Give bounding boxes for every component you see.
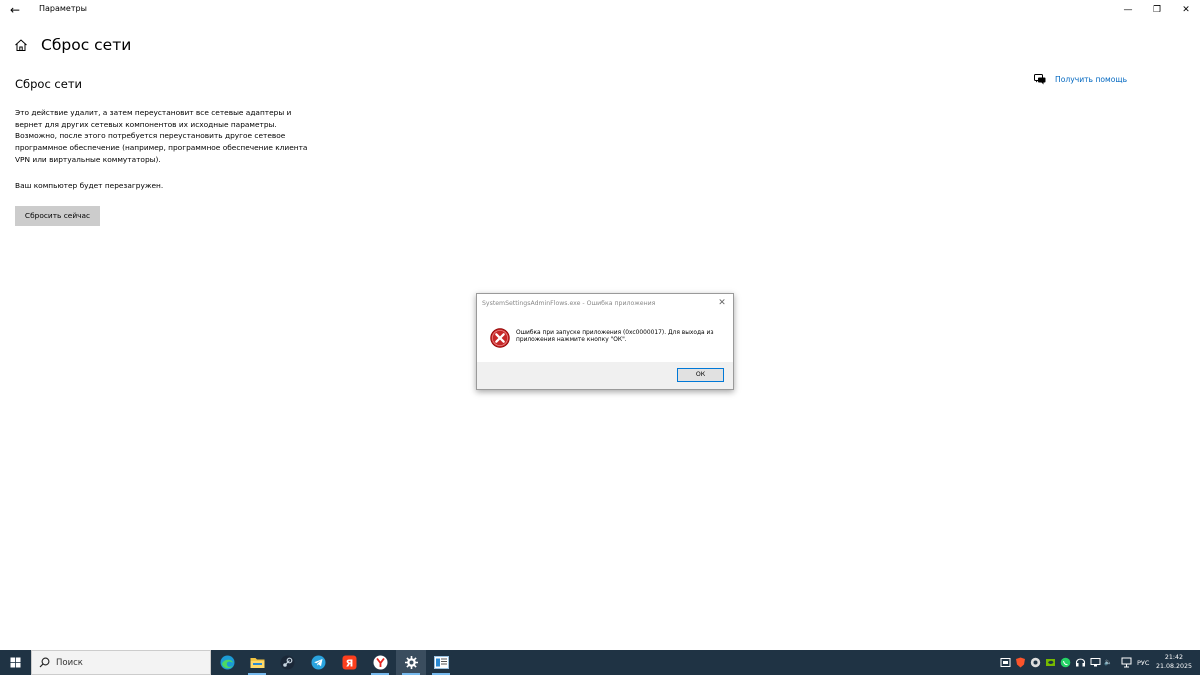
- ok-button[interactable]: ОК: [677, 368, 724, 382]
- dialog-title: SystemSettingsAdminFlows.exe - Ошибка пр…: [482, 300, 656, 307]
- window-app-icon: [433, 656, 449, 669]
- title-bar: ← Параметры — ❐ ✕: [0, 0, 1200, 20]
- app-title: Параметры: [39, 4, 87, 13]
- taskbar-file-explorer[interactable]: [242, 650, 272, 675]
- description-text: Это действие удалит, а затем переустанов…: [15, 108, 308, 164]
- taskbar-edge[interactable]: [212, 650, 242, 675]
- folder-icon: [250, 658, 264, 668]
- taskbar-search[interactable]: Поиск: [31, 650, 211, 675]
- error-dialog: SystemSettingsAdminFlows.exe - Ошибка пр…: [476, 293, 734, 390]
- clock[interactable]: 21:42 21.08.2025: [1156, 653, 1192, 671]
- settings-window: ← Параметры — ❐ ✕ Сброс сети Сброс сети …: [0, 0, 1200, 650]
- yandex-browser-icon: [373, 655, 387, 670]
- get-help-label: Получить помощь: [1055, 74, 1128, 84]
- chat-help-icon: [1034, 73, 1046, 84]
- volume-icon[interactable]: 🔈: [1104, 658, 1112, 666]
- restore-button[interactable]: ❐: [1142, 2, 1172, 18]
- dialog-close-icon[interactable]: ✕: [716, 297, 728, 309]
- language-indicator[interactable]: РУС: [1137, 659, 1149, 667]
- back-arrow-icon[interactable]: ←: [6, 2, 24, 18]
- tray-app-icon[interactable]: [1030, 657, 1041, 668]
- settings-gear-icon: [404, 656, 418, 669]
- close-button[interactable]: ✕: [1171, 2, 1200, 18]
- clock-date: 21.08.2025: [1156, 663, 1193, 670]
- search-icon: [39, 657, 50, 668]
- minimize-button[interactable]: —: [1113, 2, 1143, 18]
- windows-logo-icon: [10, 657, 21, 668]
- taskbar-yandex[interactable]: Я: [334, 650, 364, 675]
- search-placeholder: Поиск: [56, 657, 83, 668]
- reboot-note: Ваш компьютер будет перезагружен.: [15, 181, 164, 190]
- yandex-icon: Я: [342, 655, 356, 670]
- brave-icon[interactable]: [1015, 657, 1026, 668]
- reset-now-button[interactable]: Сбросить сейчас: [15, 206, 100, 226]
- taskbar-settings[interactable]: [396, 650, 426, 675]
- whatsapp-icon[interactable]: [1060, 657, 1071, 668]
- start-button[interactable]: [0, 650, 31, 675]
- error-icon: [490, 328, 510, 348]
- dialog-footer: ОК: [477, 362, 733, 389]
- headset-icon[interactable]: [1075, 657, 1086, 668]
- network-wired-icon[interactable]: [1121, 657, 1132, 668]
- svg-text:Я: Я: [345, 659, 353, 670]
- section-title: Сброс сети: [15, 77, 83, 91]
- taskbar-yandex-browser[interactable]: [365, 650, 395, 675]
- taskbar-telegram[interactable]: [303, 650, 333, 675]
- nvidia-icon[interactable]: [1045, 657, 1056, 668]
- telegram-icon: [311, 655, 325, 670]
- taskbar-notepad[interactable]: [426, 650, 456, 675]
- edge-icon: [220, 655, 234, 670]
- dialog-message: Ошибка при запуске приложения (0xc000001…: [516, 330, 714, 344]
- clock-time: 21:42: [1164, 654, 1184, 661]
- page-title: Сброс сети: [41, 36, 132, 54]
- tray-app-icon[interactable]: [1000, 657, 1011, 668]
- network-icon[interactable]: [1090, 657, 1101, 668]
- get-help-link[interactable]: Получить помощь: [1034, 73, 1127, 85]
- taskbar: Поиск Я 🔈 РУС 21:42 21.08.2025: [0, 650, 1200, 675]
- steam-icon: [280, 655, 294, 670]
- taskbar-steam[interactable]: [272, 650, 302, 675]
- home-icon[interactable]: [14, 38, 28, 52]
